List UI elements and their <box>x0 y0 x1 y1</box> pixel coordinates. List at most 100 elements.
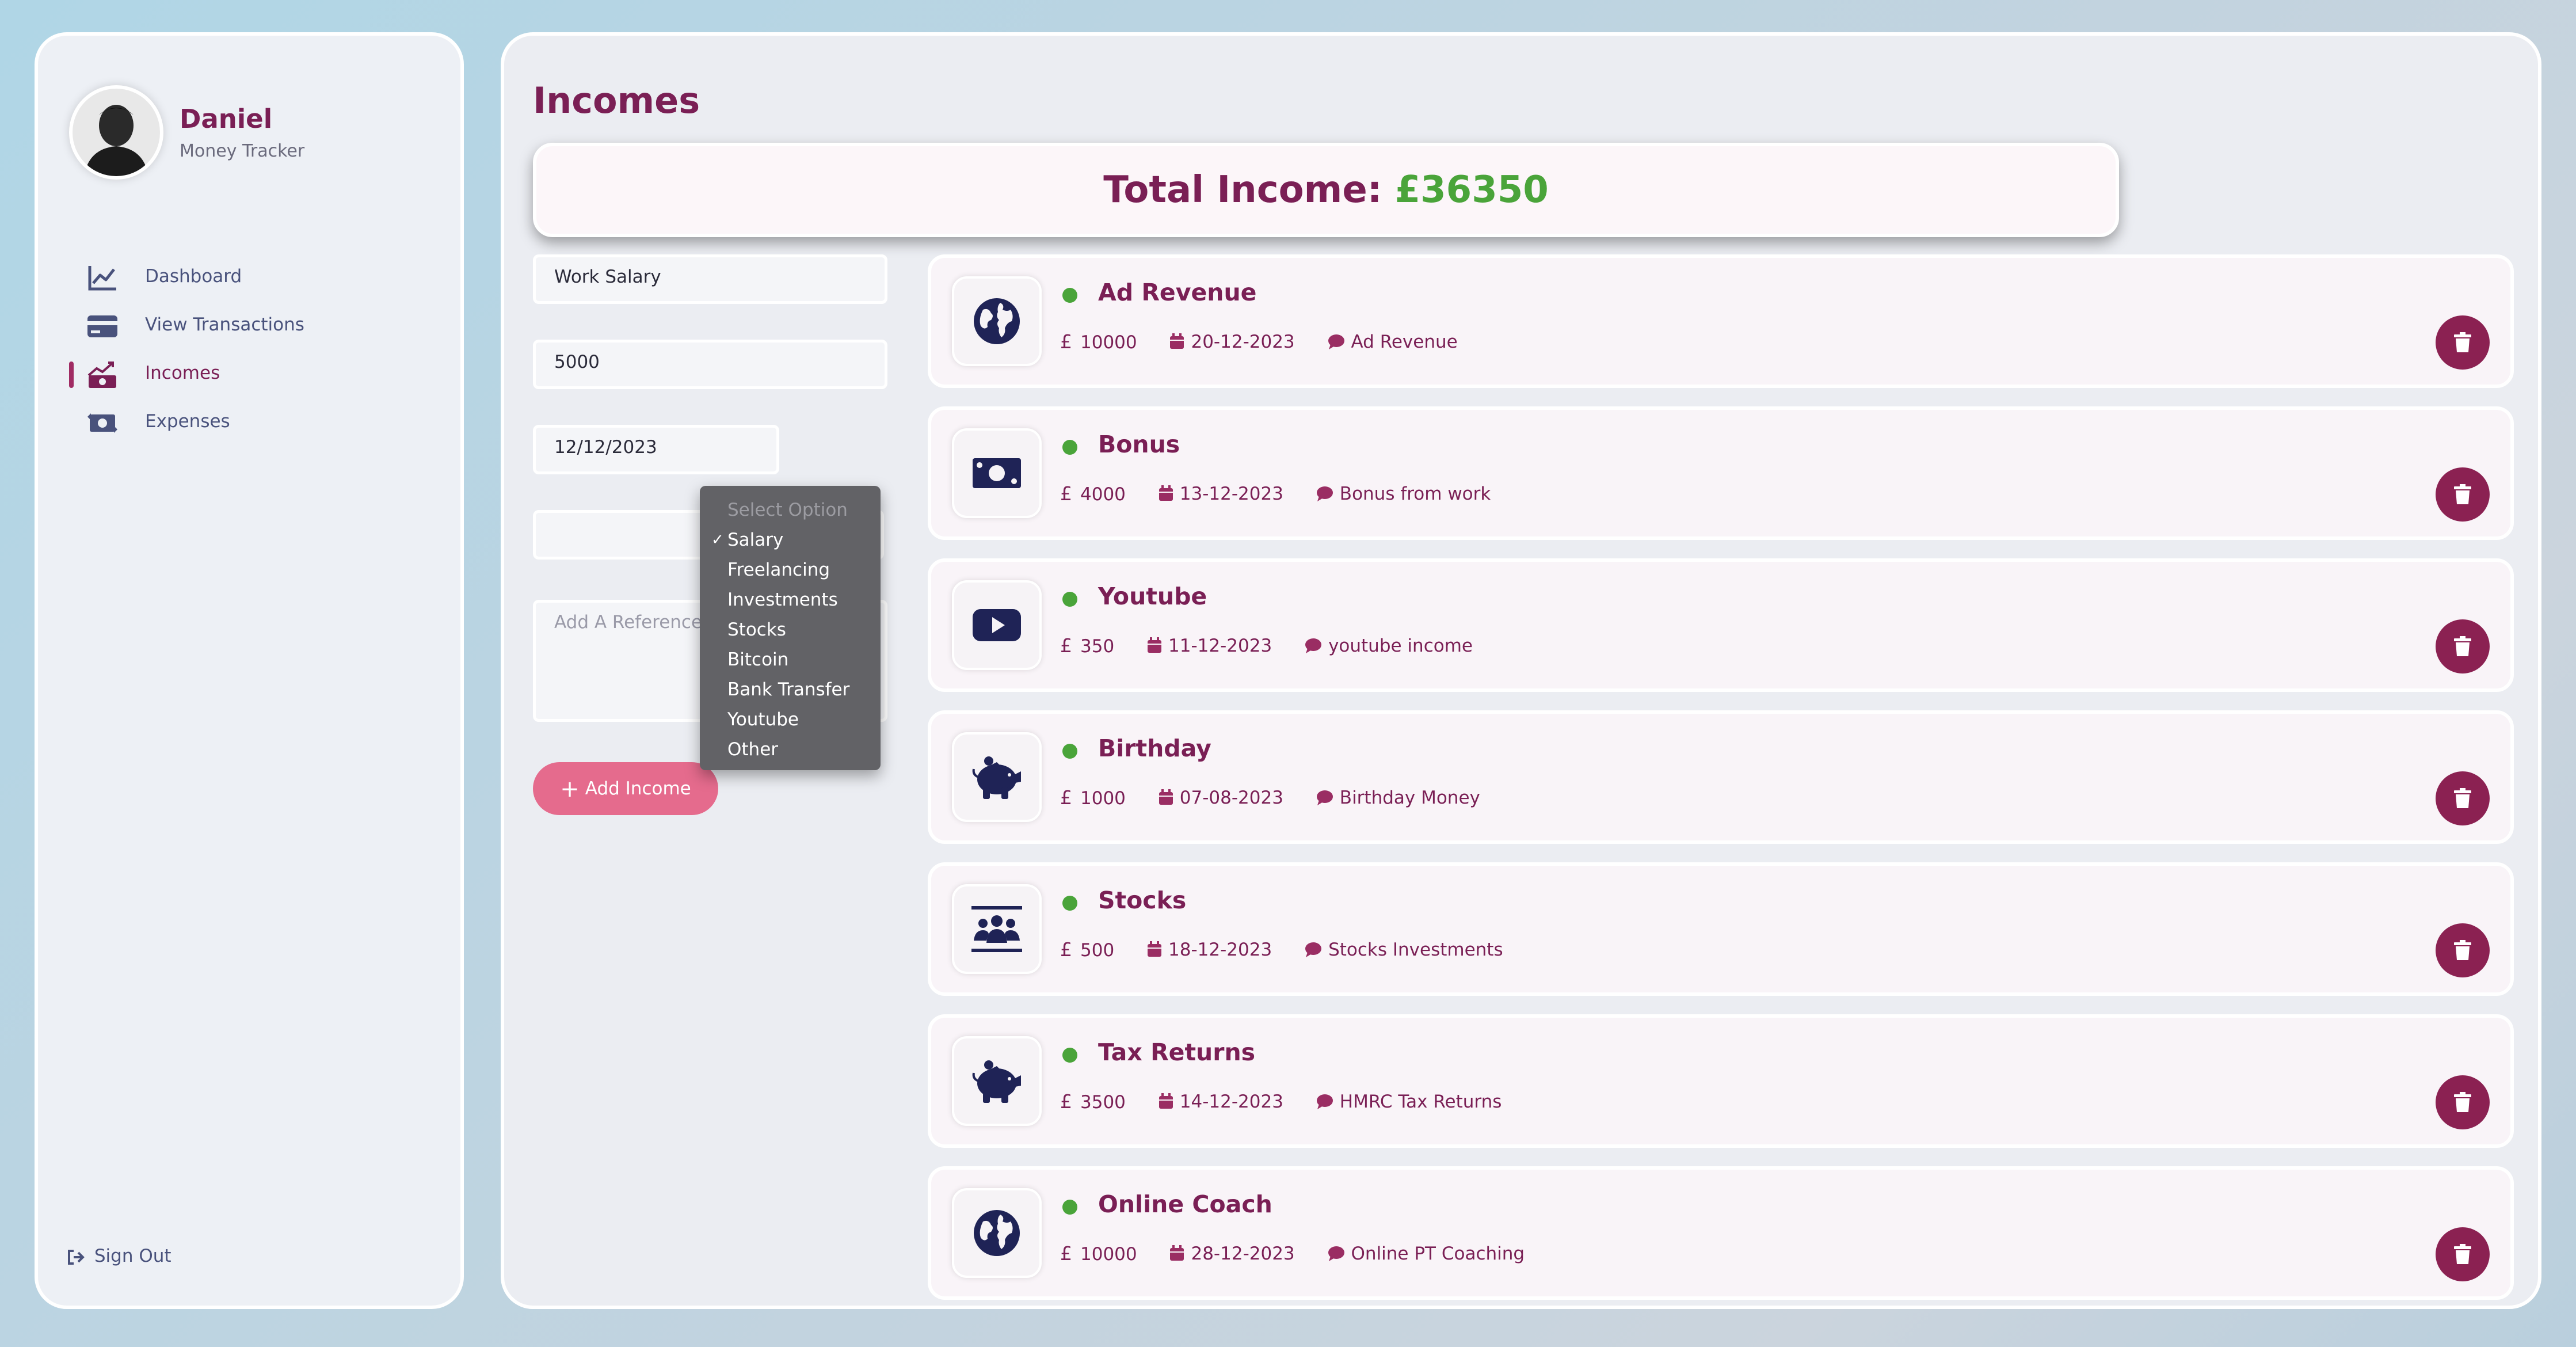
income-meta: £3500 14-12-2023 HMRC Tax Returns <box>1060 1090 1528 1113</box>
date-value: 13-12-2023 <box>1179 483 1283 504</box>
total-income-value: £36350 <box>1394 169 1549 211</box>
dropdown-option-stocks[interactable]: Stocks <box>700 615 881 645</box>
income-meta: £4000 13-12-2023 Bonus from work <box>1060 482 1517 505</box>
users-group-icon <box>971 906 1022 952</box>
dropdown-option-other[interactable]: Other <box>700 735 881 764</box>
income-title: Stocks <box>1098 886 1187 914</box>
category-icon-box <box>952 884 1042 974</box>
trash-icon <box>2454 636 2471 656</box>
sidebar-item-expenses[interactable]: Expenses <box>86 405 432 441</box>
delete-button[interactable] <box>2436 619 2490 674</box>
comment-icon <box>1316 790 1333 805</box>
comment-icon <box>1316 486 1333 501</box>
youtube-icon <box>973 609 1021 641</box>
income-card: Birthday £1000 07-08-2023 Birthday Money <box>928 710 2514 844</box>
date-value: 28-12-2023 <box>1191 1243 1295 1264</box>
piggy-bank-icon <box>972 1060 1021 1103</box>
pound-icon: £ <box>1060 634 1072 657</box>
income-amount: £1000 <box>1060 786 1126 809</box>
avatar <box>69 85 163 180</box>
dropdown-option-bitcoin[interactable]: Bitcoin <box>700 645 881 675</box>
trash-icon <box>2454 940 2471 960</box>
income-meta: £10000 20-12-2023 Ad Revenue <box>1060 330 1484 353</box>
income-card: Youtube £350 11-12-2023 youtube income <box>928 558 2514 692</box>
status-dot <box>1062 896 1077 911</box>
dropdown-option-investments[interactable]: Investments <box>700 585 881 615</box>
sign-out-icon <box>68 1249 85 1265</box>
sidebar-item-incomes[interactable]: Incomes <box>69 357 432 393</box>
money-exchange-icon <box>87 413 117 433</box>
add-income-button[interactable]: + Add Income <box>533 762 718 815</box>
amount-value: 10000 <box>1080 332 1137 353</box>
category-icon-box <box>952 1188 1042 1278</box>
income-date: 20-12-2023 <box>1169 331 1295 352</box>
income-amount: £4000 <box>1060 482 1126 505</box>
plus-icon: + <box>560 776 580 802</box>
comment-icon <box>1328 1246 1344 1261</box>
delete-button[interactable] <box>2436 923 2490 977</box>
delete-button[interactable] <box>2436 467 2490 522</box>
income-title: Online Coach <box>1098 1190 1272 1218</box>
delete-button[interactable] <box>2436 1075 2490 1129</box>
amount-value: 4000 <box>1080 484 1126 505</box>
page-title: Incomes <box>533 79 700 121</box>
income-title: Youtube <box>1098 583 1207 610</box>
comment-icon <box>1305 638 1322 653</box>
amount-value: 350 <box>1080 636 1115 657</box>
delete-button[interactable] <box>2436 771 2490 825</box>
option-label: Salary <box>727 530 784 550</box>
income-amount: £350 <box>1060 634 1114 657</box>
dropdown-option-freelancing[interactable]: Freelancing <box>700 555 881 585</box>
dropdown-placeholder: Select Option <box>727 500 848 520</box>
sign-out-button[interactable]: Sign Out <box>67 1246 172 1266</box>
description-value: Stocks Investments <box>1328 939 1503 960</box>
description-value: HMRC Tax Returns <box>1339 1091 1502 1112</box>
income-description: HMRC Tax Returns <box>1316 1091 1502 1112</box>
income-date-input[interactable]: 12/12/2023 <box>533 425 779 474</box>
status-dot <box>1062 592 1077 607</box>
delete-button[interactable] <box>2436 315 2490 370</box>
income-title-input[interactable]: Work Salary <box>533 254 887 304</box>
calendar-icon <box>1159 485 1173 501</box>
pound-icon: £ <box>1060 1242 1072 1265</box>
description-value: youtube income <box>1328 635 1473 656</box>
delete-button[interactable] <box>2436 1227 2490 1281</box>
status-dot <box>1062 744 1077 759</box>
calendar-icon <box>1159 789 1173 805</box>
income-date: 14-12-2023 <box>1158 1091 1283 1112</box>
sidebar-item-dashboard[interactable]: Dashboard <box>86 260 432 296</box>
category-icon-box <box>952 428 1042 518</box>
income-date: 18-12-2023 <box>1146 939 1272 960</box>
dropdown-option-youtube[interactable]: Youtube <box>700 705 881 735</box>
pound-icon: £ <box>1060 938 1072 961</box>
trash-icon <box>2454 484 2471 504</box>
income-amount: £10000 <box>1060 1242 1137 1265</box>
user-role: Money Tracker <box>180 141 305 161</box>
income-card: Bonus £4000 13-12-2023 Bonus from work <box>928 406 2514 540</box>
income-title: Bonus <box>1098 431 1180 458</box>
globe-icon <box>974 1210 1020 1256</box>
calendar-icon <box>1170 1245 1184 1261</box>
income-meta: £1000 07-08-2023 Birthday Money <box>1060 786 1507 809</box>
dropdown-option-salary[interactable]: ✓ Salary <box>700 525 881 555</box>
income-date: 11-12-2023 <box>1146 636 1272 656</box>
active-indicator <box>69 362 74 388</box>
add-income-label: Add Income <box>585 778 691 799</box>
description-value: Ad Revenue <box>1351 331 1458 352</box>
money-bill-icon <box>973 458 1021 488</box>
amount-value: 3500 <box>1080 1092 1126 1113</box>
income-amount-input[interactable]: 5000 <box>533 340 887 389</box>
category-icon-box <box>952 1036 1042 1126</box>
category-dropdown-menu[interactable]: Select Option ✓ Salary Freelancing Invest… <box>700 486 881 770</box>
user-name: Daniel <box>180 104 273 134</box>
status-dot <box>1062 440 1077 455</box>
sidebar-item-view-transactions[interactable]: View Transactions <box>86 309 432 344</box>
income-date: 07-08-2023 <box>1158 787 1283 808</box>
calendar-icon <box>1148 637 1162 653</box>
income-meta: £500 18-12-2023 Stocks Investments <box>1060 938 1530 961</box>
pound-icon: £ <box>1060 330 1072 353</box>
amount-value: 500 <box>1080 940 1115 961</box>
dropdown-option-bank-transfer[interactable]: Bank Transfer <box>700 675 881 705</box>
date-value: 20-12-2023 <box>1191 331 1295 352</box>
income-description: youtube income <box>1304 636 1473 656</box>
